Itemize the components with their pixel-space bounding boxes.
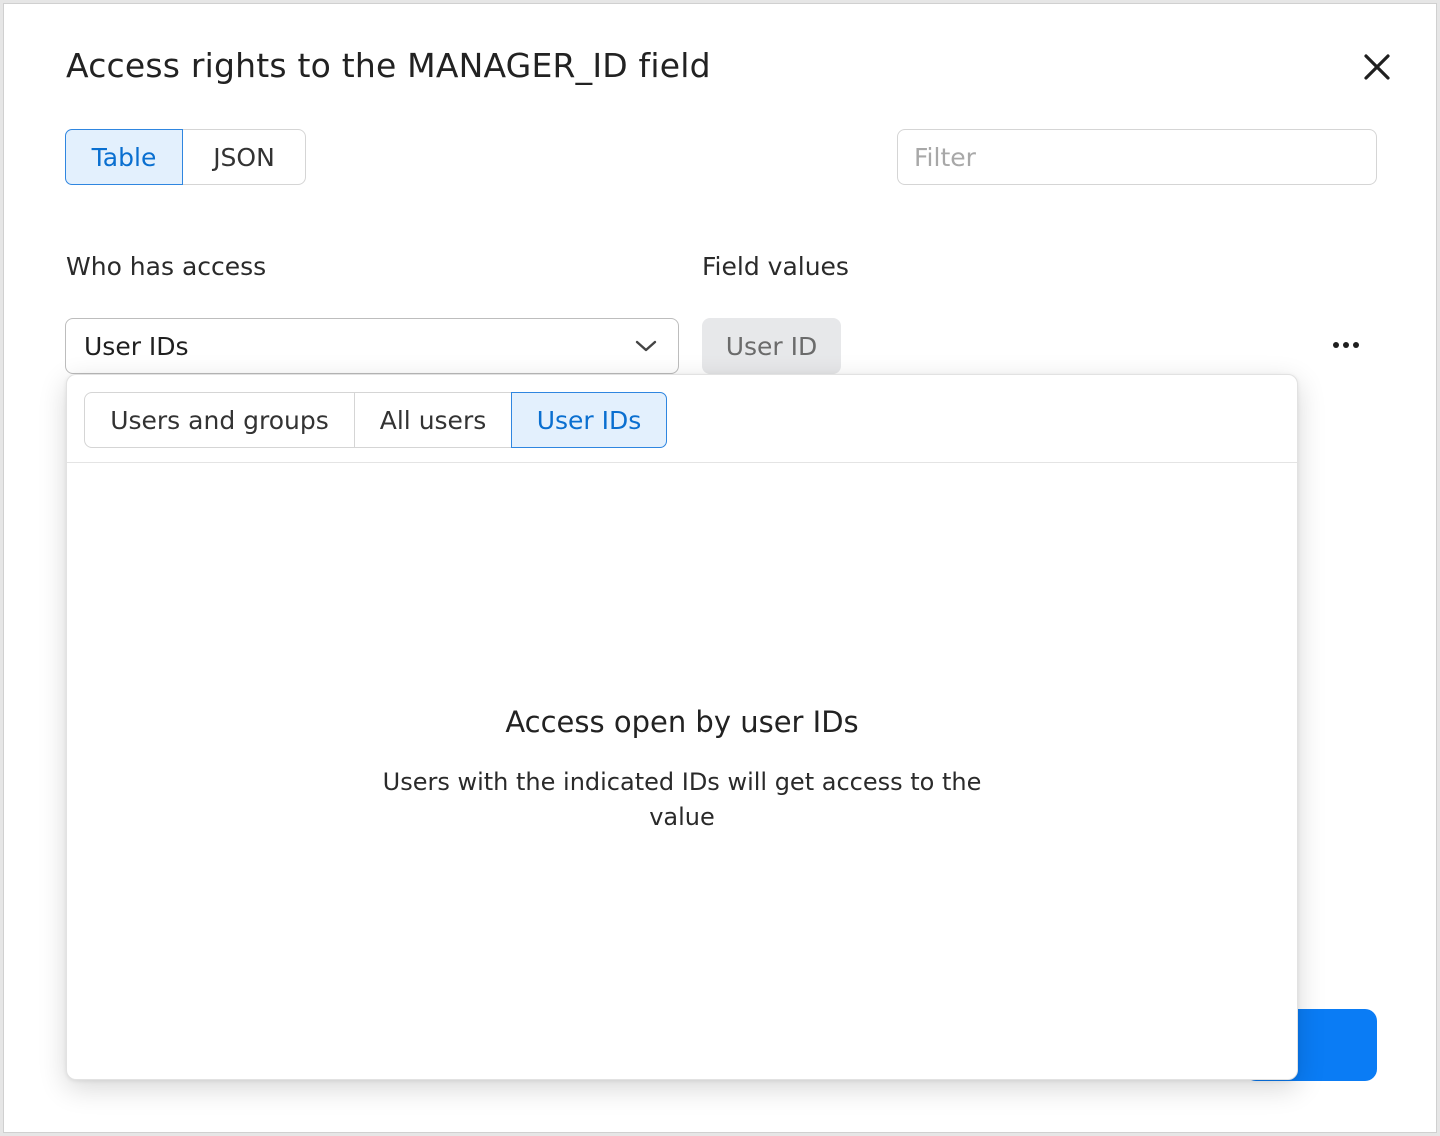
access-type-select[interactable]: User IDs [65, 318, 679, 374]
tab-users-and-groups[interactable]: Users and groups [85, 393, 355, 447]
close-icon [1364, 54, 1390, 80]
field-values-label: Field values [702, 252, 849, 281]
empty-state-title: Access open by user IDs [505, 705, 859, 739]
field-value-chip[interactable]: User ID [702, 318, 841, 374]
filter-input[interactable] [897, 129, 1377, 185]
dialog-title: Access rights to the MANAGER_ID field [66, 46, 711, 85]
who-has-access-label: Who has access [66, 252, 267, 281]
more-horizontal-icon [1333, 342, 1359, 348]
chevron-down-icon [635, 340, 657, 352]
tab-user-ids[interactable]: User IDs [511, 392, 667, 448]
empty-state: Access open by user IDs Users with the i… [67, 705, 1297, 835]
access-rights-dialog: Access rights to the MANAGER_ID field Ta… [3, 3, 1437, 1133]
access-type-select-value: User IDs [84, 331, 189, 361]
access-type-tabs: Users and groups All users User IDs [84, 392, 667, 448]
access-type-dropdown-popup: Users and groups All users User IDs Acce… [66, 374, 1298, 1080]
tab-all-users[interactable]: All users [355, 393, 511, 447]
empty-state-description: Users with the indicated IDs will get ac… [382, 768, 982, 831]
popup-header: Users and groups All users User IDs [67, 375, 1297, 463]
more-actions-button[interactable] [1328, 330, 1364, 360]
toggle-table[interactable]: Table [65, 129, 183, 185]
view-toggle: Table JSON [65, 129, 306, 185]
toggle-json[interactable]: JSON [183, 130, 305, 184]
close-button[interactable] [1360, 50, 1394, 84]
